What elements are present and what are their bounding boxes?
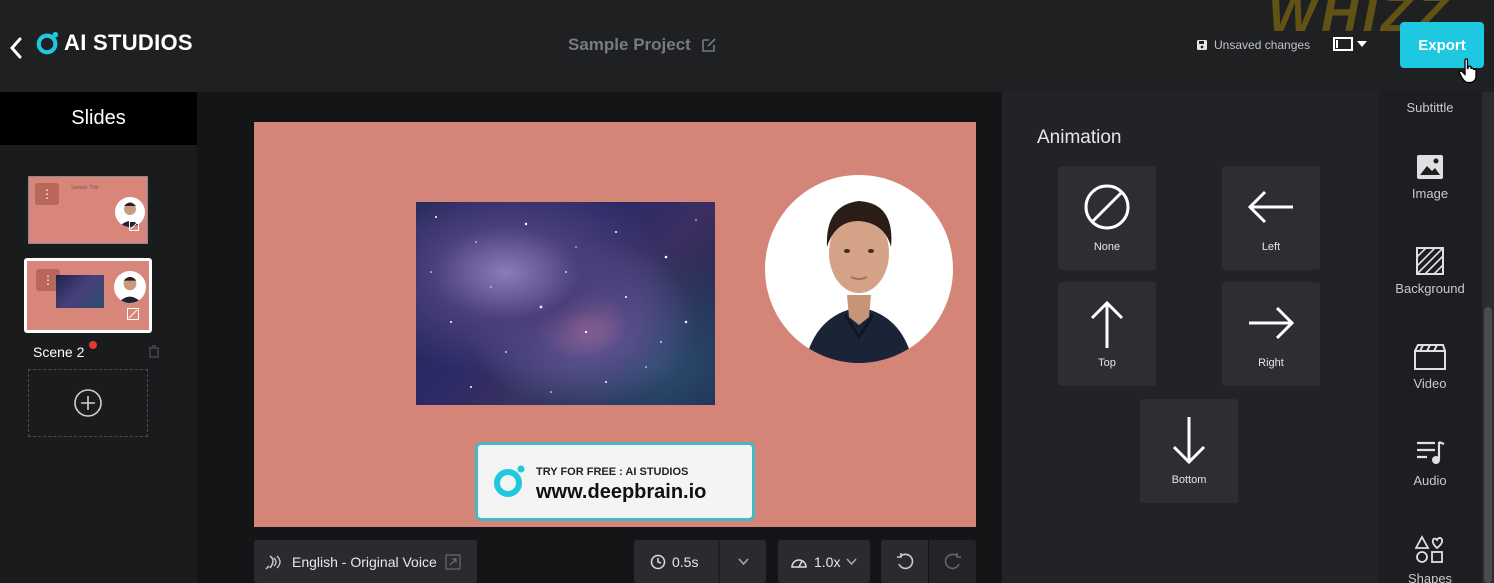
canvas-area: TRY FOR FREE : AI STUDIOS www.deepbrain.…	[197, 92, 1002, 583]
scrollbar-thumb[interactable]	[1484, 307, 1492, 583]
save-status-text: Unsaved changes	[1214, 38, 1311, 52]
avatar-portrait-icon	[118, 276, 142, 303]
back-button[interactable]	[6, 34, 26, 62]
video-icon	[1414, 344, 1446, 370]
add-scene-button[interactable]	[28, 369, 148, 437]
animation-left-button[interactable]: Left	[1222, 166, 1320, 270]
save-icon	[1197, 40, 1207, 50]
slide-menu-button[interactable]: ⋮	[35, 183, 59, 205]
caret-down-icon	[1357, 41, 1367, 47]
arrow-up-icon	[1090, 300, 1124, 348]
edit-icon[interactable]	[701, 37, 717, 53]
voice-label: English - Original Voice	[292, 553, 437, 570]
speedometer-icon	[791, 558, 807, 568]
duration-dropdown[interactable]: 0.5s	[634, 540, 766, 583]
aspect-ratio-dropdown[interactable]	[1333, 37, 1367, 51]
slide-thumb-title: Sample Title	[71, 185, 99, 191]
tool-audio[interactable]: Audio	[1378, 439, 1482, 488]
galaxy-image[interactable]	[416, 202, 715, 405]
tool-image[interactable]: Image	[1378, 154, 1482, 201]
voice-icon	[265, 554, 281, 570]
slide-thumb-avatar	[114, 271, 146, 303]
tool-subtitle[interactable]: Subtittle	[1378, 94, 1482, 115]
logo: AI STUDIOS	[36, 30, 193, 56]
slide-thumb-image	[56, 275, 104, 308]
duration-caret[interactable]	[718, 540, 766, 583]
voice-selector[interactable]: English - Original Voice	[254, 540, 477, 583]
tool-label: Subtittle	[1406, 100, 1454, 115]
none-icon	[1084, 184, 1130, 230]
undo-button[interactable]	[881, 540, 928, 583]
chevron-down-icon	[846, 558, 858, 565]
redo-button[interactable]	[929, 540, 976, 583]
save-status: Unsaved changes	[1196, 38, 1310, 52]
presenter-portrait	[805, 201, 913, 363]
chevron-left-icon	[9, 37, 22, 59]
tool-background[interactable]: Background	[1378, 247, 1482, 296]
promo-url: www.deepbrain.io	[536, 481, 707, 503]
animation-option-label: Bottom	[1171, 474, 1207, 486]
aspect-ratio-icon	[1333, 37, 1353, 51]
brand-name: AI STUDIOS	[64, 30, 193, 55]
tool-label: Image	[1411, 186, 1449, 201]
duration-value[interactable]: 0.5s	[634, 540, 718, 583]
app-window: WHIZZ AI STUDIOS Sample Project Unsaved …	[0, 0, 1494, 583]
promo-tagline: TRY FOR FREE : AI STUDIOS	[536, 466, 689, 478]
unsaved-indicator	[89, 341, 97, 349]
background-icon	[1416, 247, 1444, 275]
tool-shapes[interactable]: Shapes	[1378, 535, 1482, 583]
audio-icon	[1417, 440, 1445, 464]
trash-icon[interactable]	[148, 345, 160, 358]
animation-panel: Animation None Left Top Right Bottom	[1002, 92, 1378, 583]
scene-label: Scene 2	[33, 344, 85, 360]
clock-icon	[650, 554, 666, 569]
arrow-right-icon	[1249, 306, 1295, 340]
animation-option-label: Top	[1098, 357, 1116, 369]
animation-none-button[interactable]: None	[1058, 166, 1156, 270]
tool-label: Background	[1395, 281, 1465, 296]
slides-panel: Slides ⋮ Sample Title ⋮ Scene 2	[0, 92, 197, 583]
promo-banner[interactable]: TRY FOR FREE : AI STUDIOS www.deepbrain.…	[475, 442, 755, 521]
speed-text: 1.0x	[814, 553, 841, 570]
hand-cursor-icon	[1458, 58, 1477, 84]
top-header: WHIZZ AI STUDIOS Sample Project Unsaved …	[0, 0, 1494, 92]
arrow-left-icon	[1247, 190, 1293, 224]
speed-dropdown[interactable]: 1.0x	[778, 540, 870, 583]
plus-circle-icon	[74, 389, 102, 417]
resize-handle-icon	[127, 308, 139, 320]
tool-label: Shapes	[1407, 571, 1453, 583]
project-title-area[interactable]: Sample Project	[568, 35, 717, 55]
brand-logo-icon	[36, 31, 59, 55]
starfield	[430, 216, 697, 393]
chevron-down-icon	[737, 558, 749, 565]
duration-text: 0.5s	[672, 553, 699, 570]
animation-option-label: None	[1093, 241, 1121, 253]
animation-top-button[interactable]: Top	[1058, 282, 1156, 386]
project-title[interactable]: Sample Project	[568, 35, 691, 55]
shapes-icon	[1415, 535, 1444, 563]
slide-canvas[interactable]: TRY FOR FREE : AI STUDIOS www.deepbrain.…	[254, 122, 976, 527]
slide-thumbnail-2[interactable]: ⋮	[24, 258, 152, 333]
deepbrain-logo-icon	[494, 465, 525, 497]
animation-right-button[interactable]: Right	[1222, 282, 1320, 386]
avatar-presenter[interactable]	[765, 175, 953, 363]
tool-label: Audio	[1413, 473, 1447, 488]
toolbar-scrollbar[interactable]	[1482, 92, 1494, 583]
redo-icon	[944, 552, 961, 569]
arrow-down-icon	[1172, 417, 1206, 465]
animation-title: Animation	[1037, 127, 1122, 148]
slide-thumbnail-1[interactable]: ⋮ Sample Title	[28, 176, 148, 244]
animation-option-label: Right	[1258, 357, 1284, 369]
tool-video[interactable]: Video	[1378, 344, 1482, 391]
element-toolbar: Subtittle Image Background Video Audio S…	[1378, 92, 1482, 583]
animation-bottom-button[interactable]: Bottom	[1140, 399, 1238, 503]
image-icon	[1417, 155, 1443, 179]
resize-handle-icon	[129, 221, 139, 231]
animation-option-label: Left	[1261, 241, 1281, 253]
tool-label: Video	[1413, 376, 1447, 391]
undo-icon	[896, 552, 913, 569]
slides-panel-title: Slides	[0, 92, 197, 145]
external-link-icon[interactable]	[445, 554, 461, 570]
